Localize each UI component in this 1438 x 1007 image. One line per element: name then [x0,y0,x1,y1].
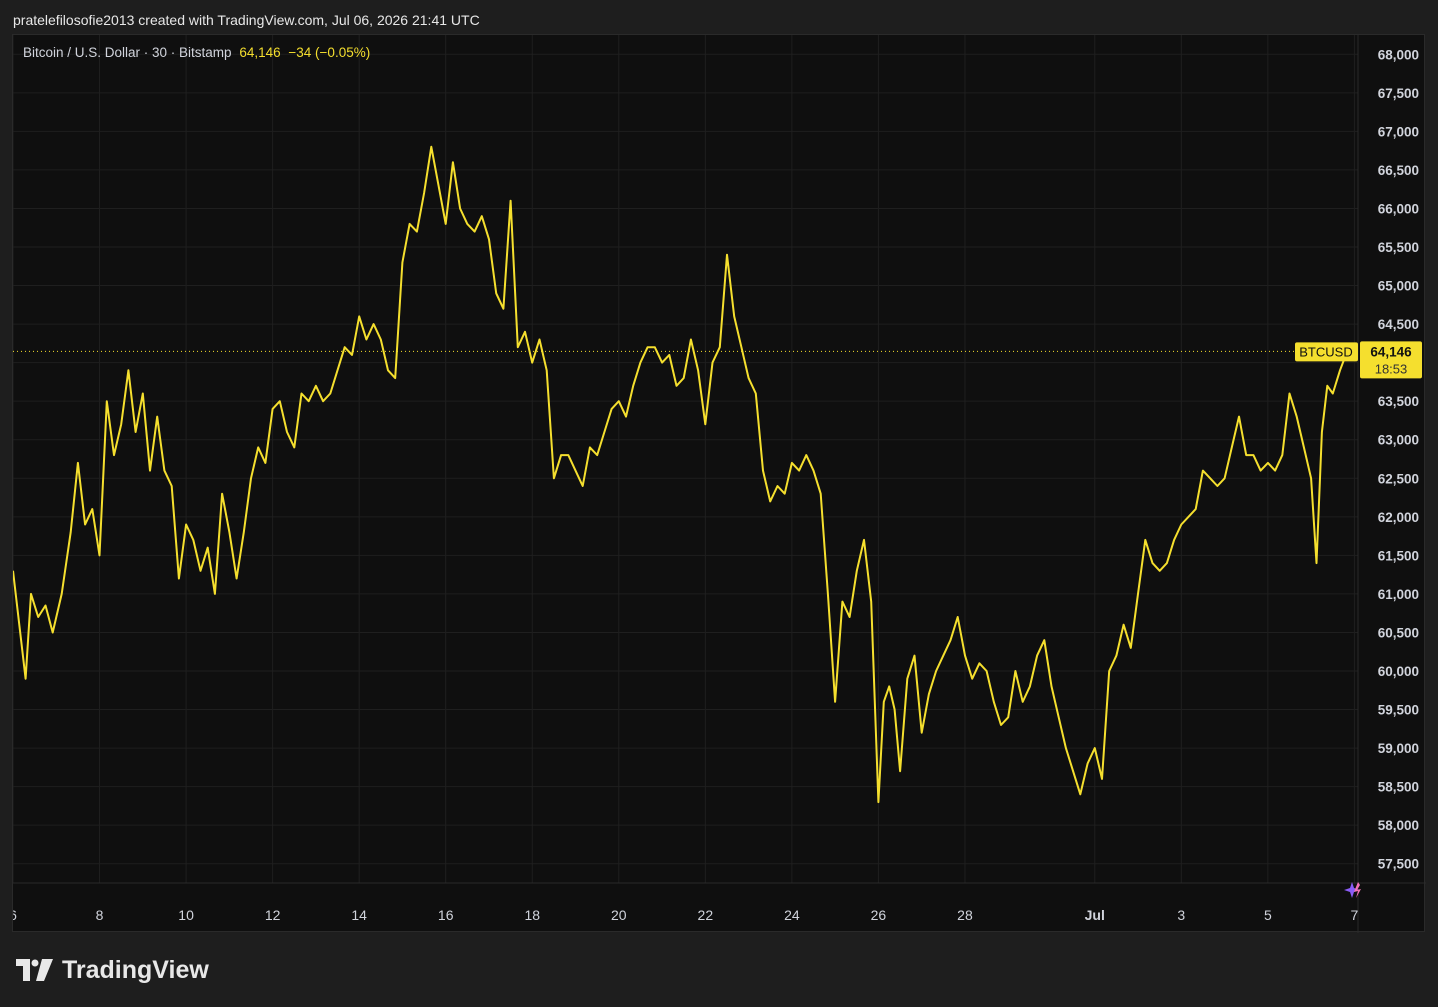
ticker-label: BTCUSD [1299,344,1352,359]
time-tick-label: 22 [698,907,714,923]
time-tick-label: 8 [96,907,104,923]
time-tick-label: 7 [1350,907,1358,923]
time-tick-label: 5 [1264,907,1272,923]
price-tick-label: 60,500 [1378,625,1419,640]
price-tick-label: 63,000 [1378,433,1419,448]
price-tick-label: 58,000 [1378,818,1419,833]
time-tick-label: 18 [524,907,540,923]
symbol-legend[interactable]: Bitcoin / U.S. Dollar · 30 · Bitstamp 64… [23,45,370,60]
time-axis: 6 8 10 12 14 16 18 20 22 24 26 28 Jul 3 5 7 [13,907,1358,923]
price-tick-label: 67,000 [1378,124,1419,139]
time-tick-label: 14 [351,907,367,923]
time-tick-label: 24 [784,907,800,923]
chart-grid [13,35,1426,933]
symbol-description[interactable]: Bitcoin / U.S. Dollar · 30 · Bitstamp [23,45,232,60]
price-series-line [13,145,1349,804]
legend-last-price: 64,146 [239,45,281,60]
chart-attribution: pratelefilosofie2013 created with Tradin… [13,12,480,28]
price-tick-label: 66,000 [1378,201,1419,216]
time-tick-label: 6 [13,907,17,923]
price-axis: 57,500 58,000 58,500 59,000 59,500 60,000 60,5… [1378,47,1419,871]
price-tick-label: 61,500 [1378,548,1419,563]
time-tick-label: Jul [1085,907,1105,923]
price-series [13,145,1349,804]
chart-panel[interactable]: 57,500 58,000 58,500 59,000 59,500 60,000 60,5… [12,34,1426,933]
time-tick-label: 16 [438,907,454,923]
time-tick-label: 20 [611,907,627,923]
price-tick-label: 62,000 [1378,510,1419,525]
price-tick-label: 63,500 [1378,394,1419,409]
time-tick-label: 26 [871,907,887,923]
time-tick-label: 3 [1177,907,1185,923]
price-tick-label: 65,000 [1378,279,1419,294]
tradingview-logo-icon [16,959,53,981]
last-price-marker: BTCUSD 64,146 18:53 [13,341,1422,379]
price-label: 64,146 [1370,344,1412,359]
price-tick-label: 65,500 [1378,240,1419,255]
price-tick-label: 59,000 [1378,741,1419,756]
legend-change: −34 (−0.05%) [288,45,371,60]
price-tick-label: 68,000 [1378,47,1419,62]
price-tick-label: 59,500 [1378,703,1419,718]
price-tick-label: 67,500 [1378,86,1419,101]
price-tick-label: 66,500 [1378,163,1419,178]
brand-name: TradingView [62,955,209,984]
price-tick-label: 58,500 [1378,780,1419,795]
price-tick-label: 62,500 [1378,471,1419,486]
price-tick-label: 64,500 [1378,317,1419,332]
time-tick-label: 10 [178,907,194,923]
price-tick-label: 61,000 [1378,587,1419,602]
time-tick-label: 12 [265,907,281,923]
price-chart[interactable]: 57,500 58,000 58,500 59,000 59,500 60,000 60,5… [13,35,1426,933]
tradingview-brand[interactable]: TradingView [16,954,209,986]
price-tick-label: 60,000 [1378,664,1419,679]
countdown-label: 18:53 [1375,361,1408,376]
price-tick-label: 57,500 [1378,857,1419,872]
time-tick-label: 28 [957,907,973,923]
